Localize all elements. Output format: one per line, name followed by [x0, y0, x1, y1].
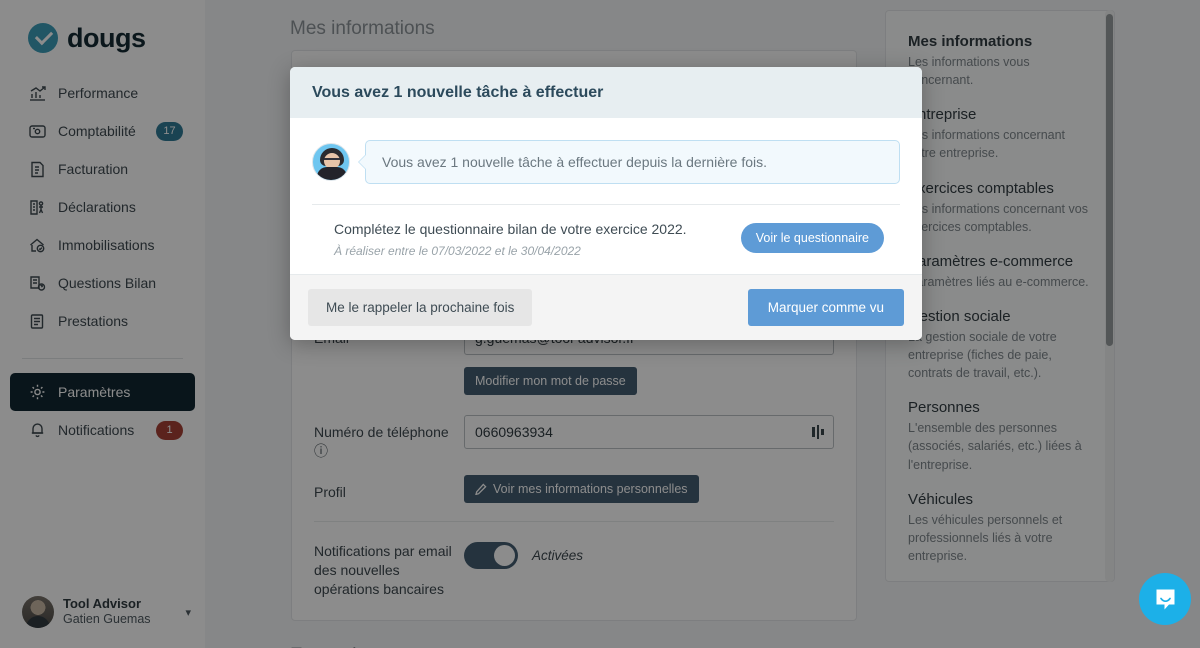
task-text: Complétez le questionnaire bilan de votr… — [334, 221, 741, 258]
mark-as-seen-button[interactable]: Marquer comme vu — [747, 289, 904, 326]
task-description: Complétez le questionnaire bilan de votr… — [334, 221, 687, 237]
task-list: Complétez le questionnaire bilan de votr… — [312, 204, 900, 274]
modal-title: Vous avez 1 nouvelle tâche à effectuer — [290, 67, 922, 118]
modal-footer: Me le rappeler la prochaine fois Marquer… — [290, 274, 922, 340]
app-root: dougs Performance Comptabilité 17 Factur… — [0, 0, 1200, 648]
view-questionnaire-button[interactable]: Voir le questionnaire — [740, 223, 884, 253]
remind-later-button[interactable]: Me le rappeler la prochaine fois — [308, 289, 533, 326]
new-task-modal: Vous avez 1 nouvelle tâche à effectuer V… — [290, 67, 922, 340]
advisor-message-bubble: Vous avez 1 nouvelle tâche à effectuer d… — [358, 140, 900, 184]
modal-body: Vous avez 1 nouvelle tâche à effectuer d… — [290, 118, 922, 274]
intercom-chat-icon — [1153, 587, 1178, 612]
advisor-message-row: Vous avez 1 nouvelle tâche à effectuer d… — [312, 140, 900, 184]
intercom-launcher[interactable] — [1139, 573, 1191, 625]
task-row: Complétez le questionnaire bilan de votr… — [312, 205, 900, 274]
task-schedule: À réaliser entre le 07/03/2022 et le 30/… — [334, 244, 581, 258]
advisor-avatar — [312, 143, 350, 181]
